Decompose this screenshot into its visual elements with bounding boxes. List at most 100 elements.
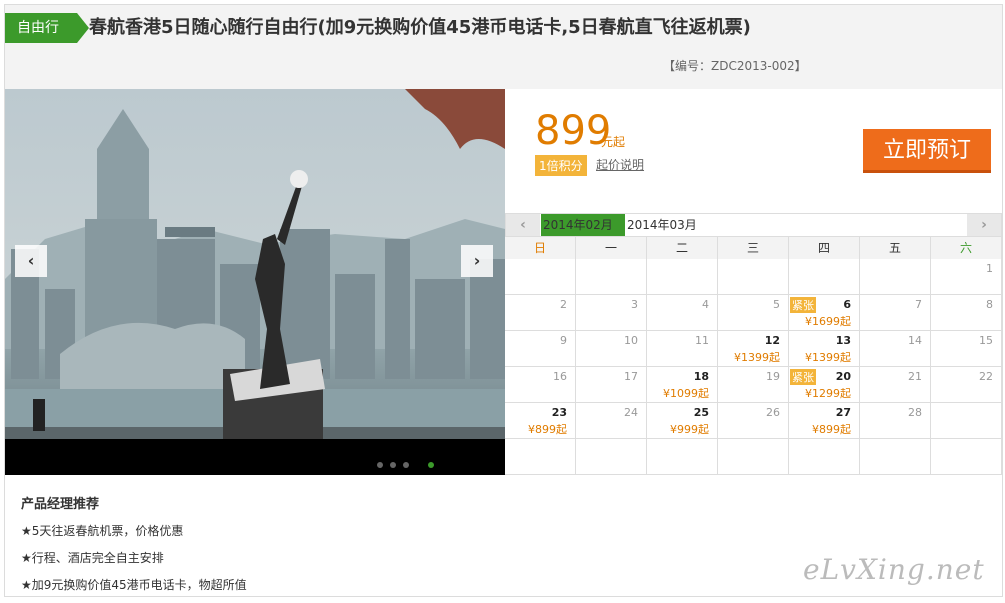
month-selector: ‹ 2014年02月 2014年03月 ›	[505, 213, 1002, 237]
category-tag: 自由行	[5, 13, 89, 43]
day-number: 19	[766, 370, 780, 383]
calendar-day: 11	[647, 331, 718, 367]
calendar-day	[931, 439, 1002, 475]
site-watermark: eLvXing.net	[803, 553, 985, 586]
calendar-day-available[interactable]: 18 ¥1099起	[647, 367, 718, 403]
calendar-day: 8	[931, 295, 1002, 331]
calendar-day: 1	[931, 259, 1002, 295]
calendar-day	[789, 259, 860, 295]
slide-dot[interactable]	[377, 462, 383, 468]
calendar-day	[505, 439, 576, 475]
calendar-day: 17	[576, 367, 647, 403]
day-number: 1	[986, 262, 993, 275]
calendar-day	[647, 439, 718, 475]
next-slide-button[interactable]: ›	[461, 245, 493, 277]
calendar-day: 28	[860, 403, 931, 439]
calendar-day	[576, 259, 647, 295]
day-number: 25	[693, 406, 709, 419]
calendar-day-available[interactable]: 27 ¥899起	[789, 403, 860, 439]
booking-panel: 899 元起 1倍积分 起价说明 立即预订 ‹ 2014年02月 2014年03…	[505, 89, 1002, 475]
book-now-button[interactable]: 立即预订	[863, 129, 991, 173]
day-number: 16	[553, 370, 567, 383]
chevron-right-icon: ›	[473, 251, 481, 270]
prev-month-button[interactable]: ‹	[506, 214, 540, 236]
month-tab-next[interactable]: 2014年03月	[627, 214, 697, 236]
day-price: ¥1699起	[805, 315, 851, 328]
day-price: ¥1399起	[734, 351, 780, 364]
calendar-day-available[interactable]: 12 ¥1399起	[718, 331, 789, 367]
weekday-label: 六	[931, 237, 1002, 259]
manager-recommendation: 产品经理推荐 ★5天往返春航机票，价格优惠 ★行程、酒店完全自主安排 ★加9元换…	[21, 493, 247, 593]
month-tab-current[interactable]: 2014年02月	[541, 214, 625, 236]
calendar-day-available[interactable]: 13 ¥1399起	[789, 331, 860, 367]
day-number: 27	[835, 406, 851, 419]
product-header: 自由行 春航香港5日随心随行自由行(加9元换购价值45港币电话卡,5日春航直飞往…	[5, 5, 1002, 89]
calendar-day-available[interactable]: 23 ¥899起	[505, 403, 576, 439]
day-number: 17	[624, 370, 638, 383]
day-number: 21	[908, 370, 922, 383]
slide-dot[interactable]	[390, 462, 396, 468]
day-number: 26	[766, 406, 780, 419]
calendar-day-available[interactable]: 6 紧张 ¥1699起	[789, 295, 860, 331]
recommend-item: ★加9元换购价值45港币电话卡，物超所值	[21, 578, 247, 592]
day-price: ¥1299起	[805, 387, 851, 400]
weekday-label: 三	[718, 237, 789, 259]
day-number: 20	[835, 370, 851, 383]
slide-dot-active[interactable]	[428, 462, 434, 468]
next-month-button[interactable]: ›	[967, 214, 1001, 236]
weekday-header: 日一二三四五六	[505, 237, 1002, 259]
day-number: 18	[693, 370, 709, 383]
product-panel: 自由行 春航香港5日随心随行自由行(加9元换购价值45港币电话卡,5日春航直飞往…	[4, 4, 1003, 597]
calendar-day: 5	[718, 295, 789, 331]
day-number: 13	[835, 334, 851, 347]
day-number: 8	[986, 298, 993, 311]
calendar-day: 7	[860, 295, 931, 331]
day-number: 4	[702, 298, 709, 311]
prev-slide-button[interactable]: ‹	[15, 245, 47, 277]
calendar-day	[647, 259, 718, 295]
weekday-label: 日	[505, 237, 576, 259]
day-number: 6	[843, 298, 851, 311]
recommend-item: ★行程、酒店完全自主安排	[21, 551, 164, 565]
day-number: 28	[908, 406, 922, 419]
weekday-label: 一	[576, 237, 647, 259]
product-code: 【编号：ZDC2013-002】	[663, 59, 807, 73]
recommend-heading: 产品经理推荐	[21, 497, 100, 512]
price-unit: 元起	[601, 135, 626, 149]
scarcity-badge: 紧张	[790, 297, 816, 313]
slide-dot[interactable]	[403, 462, 409, 468]
day-number: 12	[764, 334, 780, 347]
day-number: 22	[979, 370, 993, 383]
hong-kong-skyline-photo	[5, 89, 505, 439]
chevron-left-icon: ‹	[27, 251, 35, 270]
price-value: 899	[535, 108, 612, 154]
day-number: 14	[908, 334, 922, 347]
chevron-right-icon: ›	[981, 217, 987, 233]
photo-gallery[interactable]: ‹ ›	[5, 89, 505, 475]
calendar-day	[931, 403, 1002, 439]
calendar-day: 3	[576, 295, 647, 331]
price-explanation-link[interactable]: 起价说明	[596, 156, 644, 173]
skyline-illustration	[5, 89, 505, 439]
calendar-day: 22	[931, 367, 1002, 403]
scarcity-badge: 紧张	[790, 369, 816, 385]
calendar-day-available[interactable]: 20 紧张 ¥1299起	[789, 367, 860, 403]
day-number: 15	[979, 334, 993, 347]
weekday-label: 二	[647, 237, 718, 259]
day-price: ¥999起	[670, 423, 709, 436]
calendar-day	[718, 439, 789, 475]
day-number: 9	[560, 334, 567, 347]
day-number: 2	[560, 298, 567, 311]
product-title: 春航香港5日随心随行自由行(加9元换购价值45港币电话卡,5日春航直飞往返机票)	[89, 17, 751, 38]
calendar-day: 10	[576, 331, 647, 367]
calendar-day: 26	[718, 403, 789, 439]
calendar-day-available[interactable]: 25 ¥999起	[647, 403, 718, 439]
calendar-day: 2	[505, 295, 576, 331]
day-number: 10	[624, 334, 638, 347]
points-badge: 1倍积分	[535, 155, 587, 176]
day-number: 3	[631, 298, 638, 311]
day-number: 11	[695, 334, 709, 347]
calendar-day: 19	[718, 367, 789, 403]
day-price: ¥899起	[812, 423, 851, 436]
calendar-day: 15	[931, 331, 1002, 367]
